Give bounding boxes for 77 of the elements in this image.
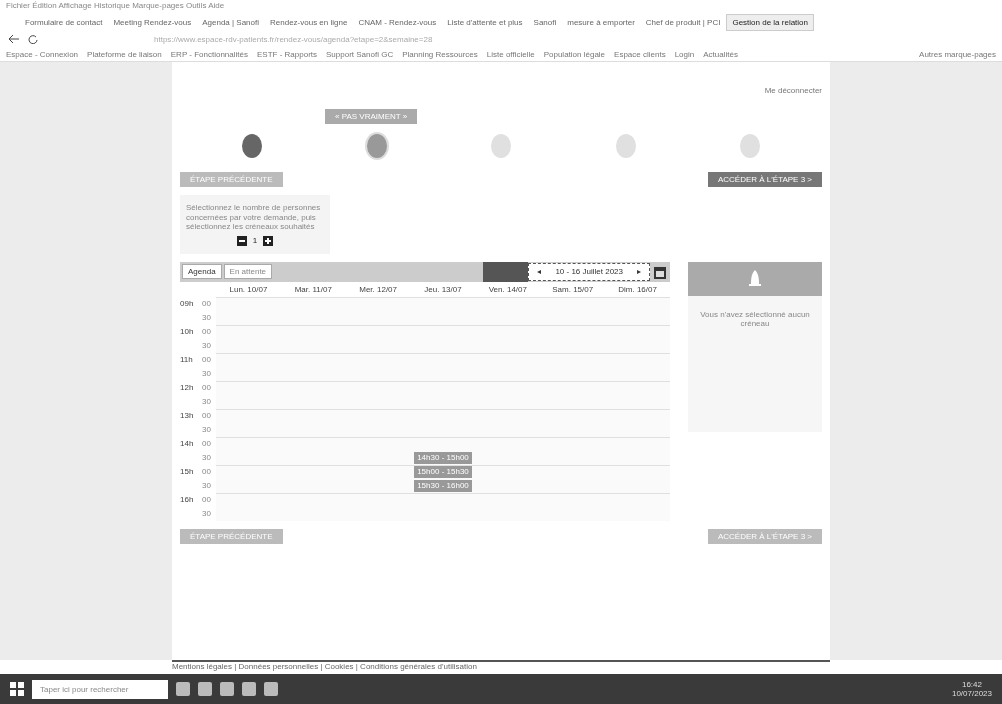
hour-label: 12h xyxy=(180,381,194,394)
minute-label: 00 xyxy=(202,381,211,394)
minute-label: 00 xyxy=(202,353,211,366)
time-slot-button[interactable]: 15h00 - 15h30 xyxy=(413,465,473,478)
bookmark-link[interactable]: ERP - Fonctionnalités xyxy=(170,49,248,59)
logout-link[interactable]: Me déconnecter xyxy=(764,86,822,95)
minute-label: 00 xyxy=(202,297,211,310)
minute-label: 30 xyxy=(202,451,211,464)
time-slot-button[interactable]: 14h30 - 15h00 xyxy=(413,451,473,464)
footer-text: Mentions légales | Données personnelles | Cookies | Conditions générales d'utilisation xyxy=(172,662,478,671)
hour-label: 16h xyxy=(180,493,194,506)
minute-label: 00 xyxy=(202,493,211,506)
hour-label: 14h xyxy=(180,437,194,450)
browser-tab[interactable]: Chef de produit | PCI xyxy=(640,14,726,30)
browser-tab[interactable]: Rendez-vous en ligne xyxy=(265,14,353,30)
bookmark-link[interactable]: Planning Ressources xyxy=(402,49,478,59)
hour-label: 09h xyxy=(180,297,194,310)
browser-tab[interactable]: Formulaire de contact xyxy=(20,14,108,30)
day-header: Sam. 15/07 xyxy=(551,283,595,296)
minute-label: 30 xyxy=(202,423,211,436)
bookmark-link[interactable]: Espace - Connexion xyxy=(6,49,79,59)
hour-label: 10h xyxy=(180,325,194,338)
minute-label: 30 xyxy=(202,339,211,352)
browser-tab[interactable]: Agenda | Sanofi xyxy=(197,14,264,30)
info-text: Sélectionnez le nombre de personnes concernées par votre demande, puis sélectionnez les créneaux souhaités xyxy=(186,203,322,232)
bookmark-link[interactable]: Espace clients xyxy=(614,49,666,59)
browser-tab[interactable]: Meeting Rendez-vous xyxy=(108,14,197,30)
previous-week-button[interactable]: ◂ xyxy=(537,267,542,277)
day-header: Jeu. 13/07 xyxy=(423,283,463,296)
minute-label: 00 xyxy=(202,325,211,338)
time-slot-button[interactable]: 15h30 - 16h00 xyxy=(413,479,473,492)
bookmark-link[interactable]: Support Sanofi GC xyxy=(326,49,394,59)
bookmark-link[interactable]: Liste officielle xyxy=(486,49,535,59)
minute-label: 00 xyxy=(202,437,211,450)
minute-label: 30 xyxy=(202,367,211,380)
browser-tab[interactable]: Sanofi xyxy=(528,14,562,30)
bookmark-link[interactable]: Login xyxy=(674,49,695,59)
browser-tab[interactable]: mesure à emporter xyxy=(562,14,640,30)
minute-label: 30 xyxy=(202,507,211,520)
minus-icon[interactable] xyxy=(236,235,247,246)
hour-label: 15h xyxy=(180,465,194,478)
bookmark-link[interactable]: Plateforme de liaison xyxy=(87,49,162,59)
next-step-button[interactable]: ACCÉDER À L'ÉTAPE 3 > xyxy=(707,172,822,187)
browser-tab[interactable]: CNAM - Rendez-vous xyxy=(353,14,442,30)
bookmark-link[interactable]: Autres marque-pages xyxy=(919,49,996,59)
clock-date: 10/07/2023 xyxy=(951,689,992,698)
browser-tab[interactable]: Liste d'attente et plus xyxy=(442,14,528,30)
hour-label: 11h xyxy=(180,353,193,366)
menu-bar-text: Fichier Édition Affichage Historique Marque-pages Outils Aide xyxy=(5,0,226,12)
minute-label: 00 xyxy=(202,465,211,478)
plus-icon[interactable] xyxy=(263,235,274,246)
bookmark-link[interactable]: ESTF - Rapports xyxy=(257,49,317,59)
back-icon[interactable] xyxy=(8,34,20,44)
day-header: Dim. 16/07 xyxy=(617,283,658,296)
bookmark-link[interactable]: Actualités xyxy=(703,49,738,59)
panel-text: Vous n'avez sélectionné aucun créneau xyxy=(699,308,811,330)
day-header: Mer. 12/07 xyxy=(358,283,399,296)
week-label: 10 - 16 Juillet 2023 xyxy=(555,267,623,277)
person-count: 1 xyxy=(252,236,258,246)
bell-icon xyxy=(748,268,762,289)
bookmark-link[interactable]: Population légale xyxy=(543,49,606,59)
taskbar-search-field[interactable]: Taper ici pour rechercher xyxy=(32,679,168,699)
day-header: Ven. 14/07 xyxy=(487,283,528,296)
day-header: Lun. 10/07 xyxy=(228,283,269,296)
view-tab[interactable]: En attente xyxy=(223,264,273,280)
minute-label: 30 xyxy=(202,395,211,408)
minute-label: 00 xyxy=(202,409,211,422)
minute-label: 30 xyxy=(202,479,211,492)
minute-label: 30 xyxy=(202,311,211,324)
hour-label: 13h xyxy=(180,409,194,422)
windows-icon[interactable] xyxy=(10,682,24,696)
browser-tab[interactable]: Gestion de la relation xyxy=(726,13,814,31)
clock-time: 16:42 xyxy=(961,680,982,689)
view-tab[interactable]: Agenda xyxy=(182,264,222,280)
next-week-button[interactable]: ▸ xyxy=(637,267,641,277)
day-header: Mar. 11/07 xyxy=(293,283,333,296)
reload-icon[interactable] xyxy=(28,34,38,44)
